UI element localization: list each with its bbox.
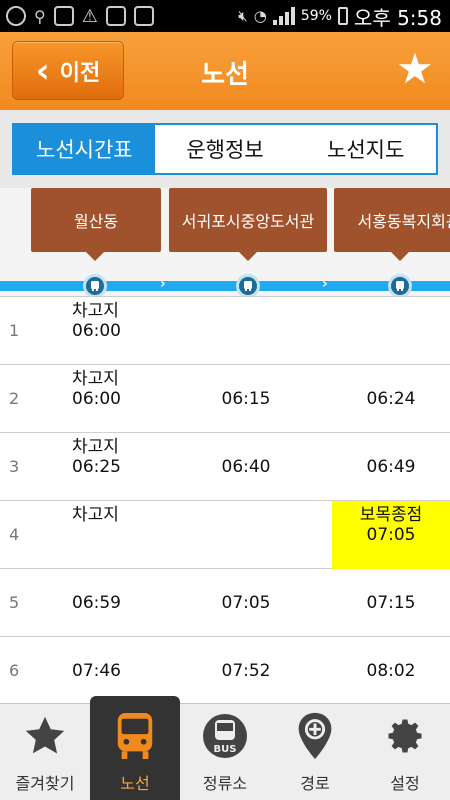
briefcase-icon [105,6,126,26]
time-cell: 차고지 06:00 [72,297,162,365]
time-cell: 07:15 [366,593,416,613]
time-cell: 07:52 [221,661,271,681]
time-cell: 08:02 [366,661,416,681]
time-cell: 06:49 [366,457,416,477]
row-number: 1 [9,321,20,340]
bus-stop-node-icon[interactable] [388,274,412,296]
battery-percent: 59% [300,8,332,24]
tab-route-timetable[interactable]: 노선시간표 [14,125,155,173]
app-screen: ⚲ ⚠ 🔇︎ ◔ 59% 오후 5:58 ‹ 이전 노선 ★ 노선시간표 운행정… [0,0,450,800]
favorite-star-button[interactable]: ★ [392,46,438,92]
tab-operation-info[interactable]: 운행정보 [155,125,296,173]
bottom-nav: 즐겨찾기 노선 BUS 정류소 경로 설정 [0,696,450,800]
cell-label: 보목종점 [359,505,423,525]
time-cell: 차고지 06:25 [72,433,162,501]
table-row: 5 06:59 07:05 07:15 [0,569,450,637]
stop-pointer [239,252,257,261]
stop-label-1[interactable]: 월산동 [31,188,161,252]
table-row: 2 차고지 06:00 06:15 06:24 [0,365,450,433]
row-number: 6 [9,661,20,680]
cell-label: 차고지 [72,437,119,457]
tab-bar: 노선시간표 운행정보 노선지도 [12,123,438,175]
nav-route[interactable]: 노선 [90,696,180,800]
bus-icon [111,712,159,760]
table-row: 3 차고지 06:25 06:40 06:49 [0,433,450,501]
table-row: 1 차고지 06:00 [0,297,450,365]
page-title: 노선 [201,60,249,90]
clock: 오후 5:58 [353,5,442,30]
table-row: 6 07:46 07:52 08:02 [0,637,450,703]
battery-icon [337,7,348,25]
nav-path[interactable]: 경로 [270,704,360,800]
signal-icon [272,7,295,25]
row-number: 2 [9,389,20,408]
time-cell: 07:46 [72,661,121,681]
map-pin-icon [291,712,339,760]
stop-pointer [391,252,409,261]
row-number: 3 [9,457,20,476]
bus-stop-node-icon[interactable] [83,274,107,296]
time-cell: 07:05 [221,593,271,613]
nav-label: 노선 [120,774,150,793]
timetable: 1 차고지 06:00 2 차고지 06:00 06:15 06:24 3 차고… [0,296,450,703]
nav-label: 경로 [300,774,330,793]
stop-pointer [86,252,104,261]
time-cell: 06:15 [221,389,271,409]
status-bar: ⚲ ⚠ 🔇︎ ◔ 59% 오후 5:58 [0,0,450,32]
time-cell: 06:59 [72,593,121,613]
nav-label: 정류소 [202,774,248,793]
cell-label: 차고지 [72,369,119,389]
time-cell: 차고지 06:00 [72,365,162,433]
notification-app-icon [6,6,26,26]
stop-strip: 월산동 서귀포시중앙도서관 서홍동복지회관 › › [0,188,450,296]
route-line [0,281,450,291]
app-header: ‹ 이전 노선 ★ [0,32,450,110]
cell-time: 06:00 [72,389,121,409]
tab-route-map[interactable]: 노선지도 [295,125,436,173]
highlighted-time-cell: 보목종점 07:05 [332,501,450,569]
nav-settings[interactable]: 설정 [360,704,450,800]
nav-label: 설정 [390,774,420,793]
row-number: 5 [9,593,20,612]
table-row: 4 차고지 보목종점 07:05 [0,501,450,569]
time-cell: 06:40 [221,457,271,477]
mute-icon: 🔇︎ [238,7,248,25]
svg-text:BUS: BUS [214,744,237,755]
time-cell: 차고지 [72,501,162,569]
cell-time: 07:05 [366,525,416,545]
nav-label: 즐겨찾기 [15,774,75,793]
time-cell: 06:24 [366,389,416,409]
gear-icon [381,712,429,760]
usb-icon: ⚲ [34,6,46,26]
nav-favorites[interactable]: 즐겨찾기 [0,704,90,800]
cell-time: 06:25 [72,457,121,477]
tab-bar-wrap: 노선시간표 운행정보 노선지도 [0,110,450,188]
cell-label: 차고지 [72,301,119,321]
download-icon [133,6,154,26]
direction-arrow-icon: › [322,276,328,292]
wifi-icon: ◔ [253,7,267,25]
bus-stop-node-icon[interactable] [236,274,260,296]
cell-time: 06:00 [72,321,121,341]
stop-label-3[interactable]: 서홍동복지회관 [334,188,450,252]
stop-label-2[interactable]: 서귀포시중앙도서관 [169,188,327,252]
cell-label: 차고지 [72,505,119,525]
bus-stop-icon: BUS [201,712,249,760]
row-number: 4 [9,525,20,544]
nav-bus-stop[interactable]: BUS 정류소 [180,704,270,800]
star-icon [21,712,69,760]
direction-arrow-icon: › [160,276,166,292]
warning-icon: ⚠ [81,5,98,27]
image-icon [53,6,74,26]
